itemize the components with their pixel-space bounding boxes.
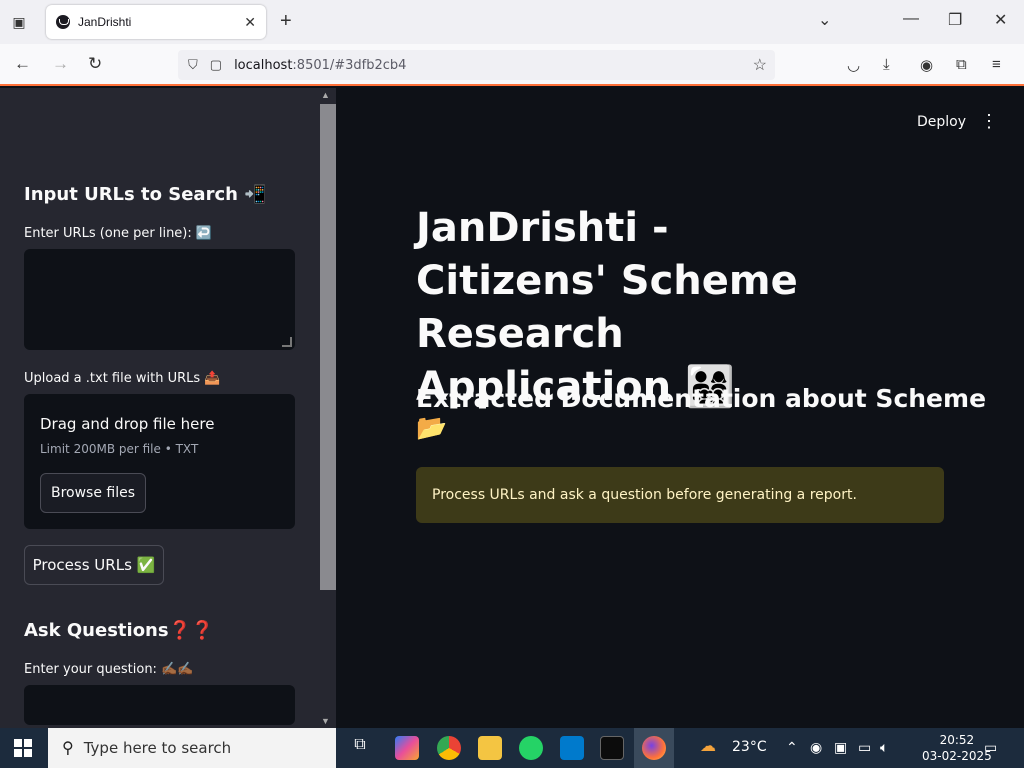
browse-files-button[interactable]: Browse files	[40, 473, 146, 513]
deploy-button[interactable]: Deploy	[917, 114, 966, 130]
reload-icon[interactable]: ↻	[88, 54, 102, 74]
shield-icon[interactable]: ⛉	[188, 57, 198, 73]
page-subtitle: Extracted Documentation about Scheme 📂	[416, 384, 987, 442]
file-explorer-icon[interactable]	[478, 736, 502, 760]
search-placeholder: Type here to search	[83, 739, 232, 757]
clock[interactable]: 20:52 03-02-2025	[922, 732, 992, 764]
resize-grip-icon[interactable]	[282, 337, 292, 347]
tab-list-icon[interactable]: ▣	[8, 12, 30, 32]
file-dropzone[interactable]: Drag and drop file here Limit 200MB per …	[24, 394, 295, 529]
window-close-icon[interactable]: ✕	[994, 10, 1007, 30]
taskbar: ⚲ Type here to search ⧉ ☁ 23°C ⌃ ◉ ▣ ▭ 🔈…	[0, 728, 1024, 768]
question-label: Enter your question: ✍🏾✍🏾	[24, 662, 194, 677]
clock-date: 03-02-2025	[922, 749, 992, 763]
show-hidden-icons-icon[interactable]: ⌃	[786, 739, 798, 756]
menu-icon[interactable]: ≡	[992, 56, 1001, 73]
page-icon[interactable]: ▢	[210, 57, 222, 73]
weather-icon[interactable]: ☁	[700, 736, 724, 760]
network-icon[interactable]: ▭	[858, 739, 871, 756]
new-tab-icon[interactable]: +	[280, 10, 292, 33]
process-urls-button[interactable]: Process URLs ✅	[24, 545, 164, 585]
notifications-icon[interactable]: ▭	[984, 739, 997, 756]
browser-nav-bar: ← → ↻ ⛉ ▢ localhost:8501/#3dfb2cb4 ☆ ◡ ⤓…	[0, 44, 1024, 86]
bookmark-star-icon[interactable]: ☆	[753, 55, 767, 75]
copilot-icon[interactable]	[395, 736, 419, 760]
close-tab-icon[interactable]: ✕	[244, 14, 256, 31]
windows-start-icon[interactable]	[14, 739, 32, 757]
tab-overflow-chevron-icon[interactable]: ⌄	[818, 10, 831, 30]
taskbar-search[interactable]: ⚲ Type here to search	[48, 728, 336, 768]
task-view-icon[interactable]: ⧉	[348, 736, 372, 760]
downloads-icon[interactable]: ⤓	[883, 56, 890, 73]
urls-textarea[interactable]	[24, 249, 295, 350]
questions-heading: Ask Questions❓❓	[24, 620, 214, 641]
restore-icon[interactable]: ❐	[948, 10, 962, 30]
dropzone-title: Drag and drop file here	[40, 415, 215, 433]
urls-label: Enter URLs (one per line): ↩️	[24, 226, 213, 241]
whatsapp-icon[interactable]	[519, 736, 543, 760]
vscode-icon[interactable]	[560, 736, 584, 760]
firefox-icon[interactable]	[642, 736, 666, 760]
volume-icon[interactable]: 🔈︎	[880, 739, 888, 756]
url-bar[interactable]: ⛉ ▢ localhost:8501/#3dfb2cb4 ☆	[178, 50, 775, 80]
weather-temp[interactable]: 23°C	[732, 739, 767, 755]
pocket-icon[interactable]: ◡	[847, 56, 860, 74]
scroll-down-icon[interactable]: ▼	[321, 716, 330, 726]
chrome-icon[interactable]	[437, 736, 461, 760]
warning-alert: Process URLs and ask a question before g…	[416, 467, 944, 523]
question-input[interactable]	[24, 685, 295, 725]
forward-icon[interactable]: →	[52, 54, 69, 74]
minimize-icon[interactable]: —	[903, 10, 919, 28]
sidebar-scroll-thumb[interactable]	[320, 104, 336, 590]
more-options-icon[interactable]: ⋮	[980, 111, 998, 132]
urls-heading: Input URLs to Search 📲	[24, 184, 267, 205]
account-icon[interactable]: ◉	[920, 56, 933, 74]
terminal-icon[interactable]	[600, 736, 624, 760]
url-text[interactable]: localhost:8501/#3dfb2cb4	[234, 58, 406, 73]
favicon-icon	[56, 15, 70, 29]
page-title: JanDrishti - Citizens' Scheme Research A…	[416, 205, 798, 410]
tab-title: JanDrishti	[78, 15, 132, 29]
scroll-up-icon[interactable]: ▲	[321, 90, 330, 100]
device-icon[interactable]: ▣	[834, 739, 847, 756]
browser-tab-bar: ▣ JanDrishti ✕ + ⌄ — ❐ ✕	[0, 0, 1024, 44]
search-icon: ⚲	[62, 740, 74, 757]
browser-tab[interactable]: JanDrishti ✕	[46, 5, 266, 39]
back-icon[interactable]: ←	[14, 54, 31, 74]
clock-time: 20:52	[939, 733, 975, 747]
upload-label: Upload a .txt file with URLs 📤	[24, 371, 221, 386]
record-icon[interactable]: ◉	[810, 739, 822, 756]
dropzone-limit: Limit 200MB per file • TXT	[40, 442, 199, 456]
extensions-icon[interactable]: ⧉	[956, 56, 967, 73]
